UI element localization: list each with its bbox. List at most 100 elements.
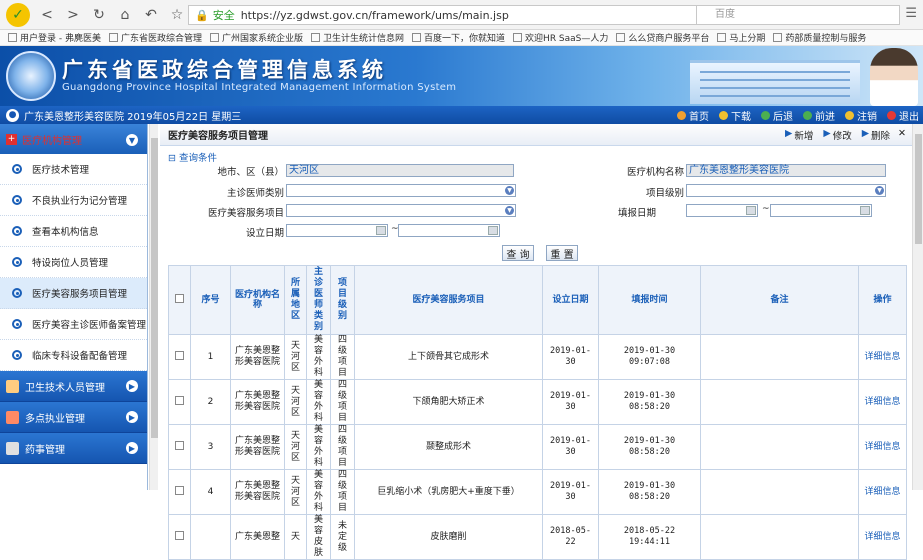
scrollbar-thumb[interactable] <box>915 134 922 244</box>
star-icon[interactable]: ☆ <box>168 6 186 24</box>
bookmark-item[interactable]: 么么贷商户服务平台 <box>616 31 709 44</box>
delete-button[interactable]: 删除 <box>871 128 890 142</box>
table-row[interactable]: 2 广东美恩整形美容医院 天河区 美容外科 四级项目 下颌角肥大矫正术 2019… <box>168 379 907 425</box>
checkbox[interactable] <box>175 440 184 450</box>
forward-arrow-icon[interactable]: > <box>64 6 82 24</box>
checkbox[interactable] <box>175 485 184 495</box>
sidebar-group-health-staff[interactable]: 卫生技术人员管理 ▶ <box>0 371 147 402</box>
page-icon <box>8 33 17 42</box>
bookmark-item[interactable]: 广东省医政综合管理 <box>108 31 202 44</box>
download-link[interactable]: 下载 <box>719 108 751 123</box>
row-detail-link[interactable]: 详细信息 <box>858 379 907 425</box>
sidebar-group-multi-site[interactable]: 多点执业管理 ▶ <box>0 402 147 433</box>
row-note <box>700 469 859 515</box>
exit-link[interactable]: 退出 <box>887 108 919 123</box>
status-actions: 首页 下载 后退 前进 注销 退出 <box>667 106 919 124</box>
search-button[interactable]: 查 询 <box>502 245 534 261</box>
bookmark-item[interactable]: 欢迎HR SaaS—人力 <box>513 31 608 44</box>
home-icon <box>677 110 686 120</box>
row-checkbox-cell[interactable] <box>168 334 191 380</box>
table-row[interactable]: 4 广东美恩整形美容医院 天河区 美容外科 四级项目 巨乳缩小术（乳房肥大+重度… <box>168 469 907 515</box>
add-button[interactable]: 新增 <box>794 128 813 142</box>
back-arrow-icon[interactable]: < <box>38 6 56 24</box>
checkbox[interactable] <box>175 530 184 540</box>
main-scrollbar[interactable] <box>912 124 923 490</box>
checkbox[interactable] <box>175 395 184 405</box>
doctor-type-select[interactable]: ▼ <box>286 184 516 197</box>
leaf-icon <box>513 33 523 42</box>
emblem-logo <box>6 51 56 101</box>
table-row[interactable]: 广东美恩整 天 美容皮肤 未定级 皮肤磨削 2018-05-22 2018-05… <box>168 514 907 560</box>
nurse-image <box>870 48 918 106</box>
set-date-start[interactable] <box>286 224 388 237</box>
row-set-date: 2019-01-30 <box>542 469 599 515</box>
sidebar-item-medical-tech[interactable]: 医疗技术管理 <box>0 154 147 185</box>
sidebar-item-equipment[interactable]: 临床专科设备配备管理 <box>0 340 147 371</box>
select-all-cell[interactable] <box>168 265 191 335</box>
sidebar-item-special-staff[interactable]: 特设岗位人员管理 <box>0 247 147 278</box>
home-icon[interactable]: ⌂ <box>116 6 134 24</box>
bookmark-item[interactable]: 广州国家系统企业版 <box>210 31 303 44</box>
row-org: 广东美恩整 <box>230 514 285 560</box>
home-link[interactable]: 首页 <box>677 108 709 123</box>
reload-icon[interactable]: ↻ <box>90 6 108 24</box>
checkbox[interactable] <box>175 294 184 303</box>
row-level: 四级项目 <box>330 334 355 380</box>
tools-icon[interactable]: ✕ <box>898 128 906 142</box>
bookmark-item[interactable]: 马上分期 <box>717 31 765 44</box>
bookmark-item[interactable]: 用户登录 - 弗麂医美 <box>8 31 101 44</box>
bookmark-item[interactable]: 药部质量控制与服务 <box>773 31 866 44</box>
row-area: 天河区 <box>284 469 307 515</box>
sidebar-group-pharmacy[interactable]: 药事管理 ▶ <box>0 433 147 464</box>
row-detail-link[interactable]: 详细信息 <box>858 514 907 560</box>
row-checkbox-cell[interactable] <box>168 469 191 515</box>
browser-menu-icon[interactable]: ☰ <box>905 6 917 21</box>
row-note <box>700 379 859 425</box>
row-set-date: 2019-01-30 <box>542 379 599 425</box>
undo-icon[interactable]: ↶ <box>142 6 160 24</box>
edit-button[interactable]: 修改 <box>833 128 852 142</box>
service-select[interactable]: ▼ <box>286 204 516 217</box>
row-detail-link[interactable]: 详细信息 <box>858 334 907 380</box>
forward-link[interactable]: 前进 <box>803 108 835 123</box>
level-select[interactable]: ▼ <box>686 184 886 197</box>
checkbox[interactable] <box>175 350 184 360</box>
report-date-end[interactable] <box>770 204 872 217</box>
col-header: 操作 <box>858 265 907 335</box>
sidebar-item-bad-practice[interactable]: 不良执业行为记分管理 <box>0 185 147 216</box>
chevron-down-icon: ▼ <box>505 186 514 195</box>
row-checkbox-cell[interactable] <box>168 514 191 560</box>
address-bar[interactable]: 🔒 安全 https://yz.gdwst.gov.cn/framework/u… <box>188 5 778 25</box>
row-detail-link[interactable]: 详细信息 <box>858 469 907 515</box>
logout-link[interactable]: 注销 <box>845 108 877 123</box>
report-date-start[interactable] <box>686 204 758 217</box>
back-link[interactable]: 后退 <box>761 108 793 123</box>
table-row[interactable]: 1 广东美恩整形美容医院 天河区 美容外科 四级项目 上下颌骨其它成形术 201… <box>168 334 907 380</box>
paw-icon <box>412 33 422 42</box>
sidebar-scrollbar[interactable] <box>149 124 158 490</box>
set-date-end[interactable] <box>398 224 500 237</box>
row-checkbox-cell[interactable] <box>168 424 191 470</box>
sidebar-item-org-info[interactable]: 查看本机构信息 <box>0 216 147 247</box>
col-header: 项目级别 <box>330 265 355 335</box>
district-field[interactable]: 天河区 <box>286 164 514 177</box>
row-number: 2 <box>190 379 231 425</box>
sidebar-header[interactable]: + 医疗机构管理 ▼ <box>0 124 147 154</box>
reset-button[interactable]: 重 置 <box>546 245 578 261</box>
row-checkbox-cell[interactable] <box>168 379 191 425</box>
sidebar-item-beauty-doctors[interactable]: 医疗美容主诊医师备案管理 <box>0 309 147 340</box>
table-row[interactable]: 3 广东美恩整形美容医院 天河区 美容外科 四级项目 颞整成形术 2019-01… <box>168 424 907 470</box>
sidebar-item-beauty-services[interactable]: 医疗美容服务项目管理 <box>0 278 147 309</box>
chevron-right-icon: ▶ <box>126 380 138 392</box>
scrollbar-thumb[interactable] <box>151 138 158 438</box>
browser-search-input[interactable]: 百度 <box>696 5 900 25</box>
level-label: 项目级别 <box>645 188 684 199</box>
org-name-field[interactable]: 广东美恩整形美容医院 <box>686 164 886 177</box>
bookmark-item[interactable]: 卫生计生统计信息网 <box>311 31 404 44</box>
row-detail-link[interactable]: 详细信息 <box>858 424 907 470</box>
page-icon <box>108 33 118 42</box>
set-date-label: 设立日期 <box>245 228 284 239</box>
row-number <box>190 514 231 560</box>
bookmark-item[interactable]: 百度一下，你就知道 <box>412 31 505 44</box>
arrow-icon: ▶ <box>861 128 870 139</box>
